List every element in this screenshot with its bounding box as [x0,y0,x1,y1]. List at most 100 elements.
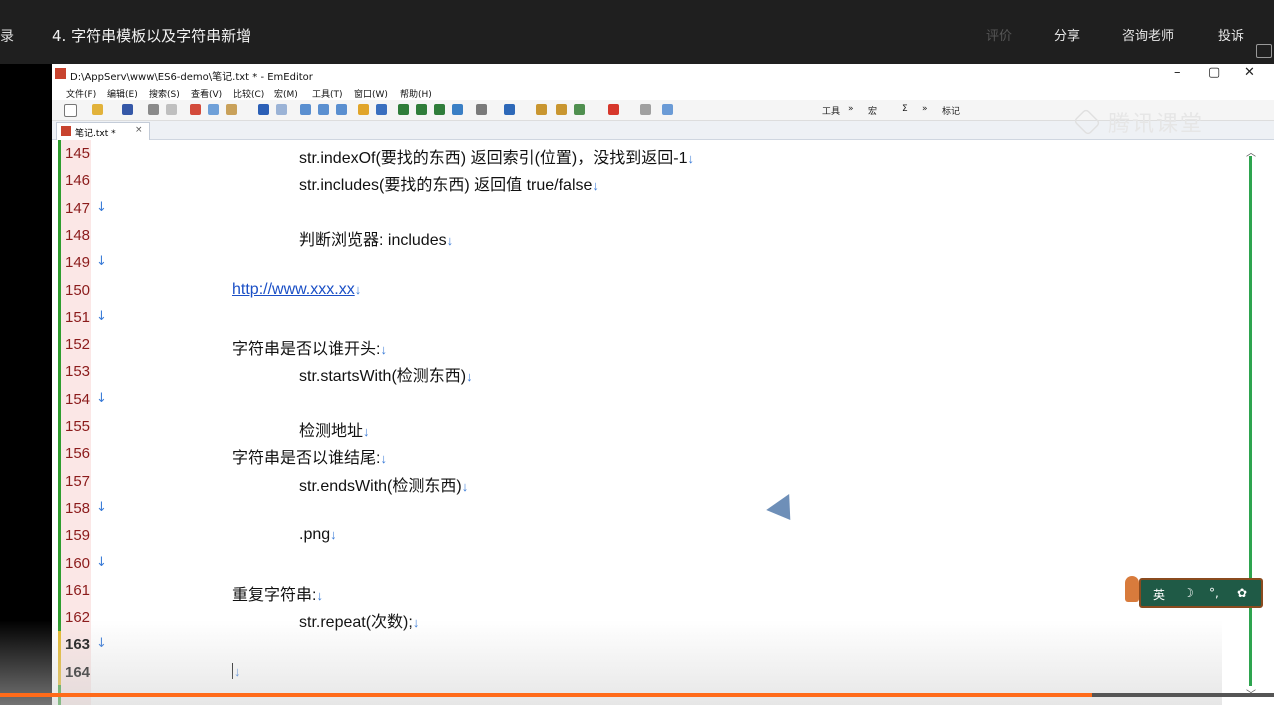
code-line[interactable]: 154 ↓ [52,386,1232,413]
video-progress-bar[interactable] [0,693,1274,697]
rate-button[interactable]: 评价 [986,25,1012,44]
line-number: 152 [65,336,91,354]
code-line-text: str.startsWith(检测东西) [299,368,467,386]
code-line[interactable]: 160 ↓ [52,550,1232,577]
line-number: 148 [65,226,91,244]
macro-run-icon[interactable] [556,104,567,115]
menu-tools[interactable]: 工具(T) [312,87,343,100]
menu-edit[interactable]: 编辑(E) [107,87,138,100]
code-text: str.endsWith(检测东西)↓ [299,472,468,496]
tool-icon[interactable] [662,104,673,115]
sigma-icon[interactable]: Σ [902,104,908,114]
code-line[interactable]: 153 str.startsWith(检测东西)↓ [52,358,1232,385]
code-line[interactable]: 161 重复字符串:↓ [52,577,1232,604]
app-icon [55,68,66,79]
highlight-icon[interactable] [358,104,369,115]
code-line-text: str.endsWith(检测东西) [299,477,462,495]
paste-icon[interactable] [226,104,237,115]
copy-icon[interactable] [208,104,219,115]
redo-icon[interactable] [276,104,287,115]
tv-icon[interactable] [1256,44,1272,58]
find-prev-icon[interactable] [336,104,347,115]
code-text: 判断浏览器: includes↓ [299,226,453,250]
code-line[interactable]: 159 .png↓ [52,522,1232,549]
menu-search[interactable]: 搜索(S) [149,87,180,100]
code-line[interactable]: 147 ↓ [52,195,1232,222]
tab-label: 笔记.txt * [75,129,116,139]
code-line[interactable]: 145 str.indexOf(要找的东西) 返回索引(位置)，没找到返回-1↓ [52,140,1232,167]
code-line[interactable]: 158 ↓ [52,495,1232,522]
menu-view[interactable]: 查看(V) [191,87,222,100]
filter-icon[interactable] [376,104,387,115]
minimize-button[interactable]: – [1174,65,1181,80]
tab-close-icon[interactable]: × [135,125,143,135]
macro-toolbar-label[interactable]: 宏 [868,104,877,117]
moon-icon[interactable]: ☽ [1183,586,1194,600]
report-button[interactable]: 投诉 [1218,25,1244,44]
share-button[interactable]: 分享 [1054,25,1080,44]
code-line[interactable]: 146 str.includes(要找的东西) 返回值 true/false↓ [52,167,1232,194]
code-line[interactable]: 151 ↓ [52,304,1232,331]
menu-compare[interactable]: 比较(C) [233,87,264,100]
code-line[interactable]: 150 http://www.xxx.xx↓ [52,277,1232,304]
code-line-text: 字符串是否以谁开头: [232,341,381,359]
toolbar-overflow[interactable]: » [848,104,854,114]
code-line[interactable]: 148 判断浏览器: includes↓ [52,222,1232,249]
line-number: 147 [65,199,91,217]
split-h-icon[interactable] [416,104,427,115]
code-line[interactable]: 155 检测地址↓ [52,413,1232,440]
file-icon [61,126,71,136]
code-text-link: http://www.xxx.xx↓ [232,281,361,299]
code-line-text: 判断浏览器: includes [299,231,447,249]
code-line[interactable]: 149 ↓ [52,249,1232,276]
play-icon[interactable] [640,104,651,115]
undo-icon[interactable] [258,104,269,115]
ime-panel[interactable]: 英 ☽ °, ✿ [1139,578,1263,608]
menu-file[interactable]: 文件(F) [66,87,96,100]
find-next-icon[interactable] [318,104,329,115]
open-folder-icon[interactable] [92,104,103,115]
punct-icon[interactable]: °, [1209,586,1219,600]
line-break-icon: ↓ [461,478,469,494]
code-line[interactable]: 152 字符串是否以谁开头:↓ [52,331,1232,358]
restore-button[interactable]: ▢ [1208,65,1220,80]
print-icon[interactable] [148,104,159,115]
config-icon[interactable] [574,104,585,115]
encoding-icon[interactable] [504,104,515,115]
line-break-icon: ↓ [96,199,107,215]
vertical-scrollbar[interactable]: ︿ ﹀ [1244,144,1258,701]
consult-teacher-button[interactable]: 咨询老师 [1122,25,1174,44]
emeditor-window: D:\AppServ\www\ES6-demo\笔记.txt * - EmEdi… [52,64,1274,705]
compare-icon[interactable] [452,104,463,115]
bookmark-toolbar-label[interactable]: 标记 [942,104,960,117]
find-icon[interactable] [300,104,311,115]
line-break-icon: ↓ [380,342,387,358]
stop-icon[interactable] [608,104,619,115]
menu-help[interactable]: 帮助(H) [400,87,432,100]
preview-icon[interactable] [166,104,177,115]
ime-toolbar[interactable]: 英 ☽ °, ✿ [1125,574,1265,608]
save-icon[interactable] [122,104,133,115]
new-file-icon[interactable] [64,104,77,117]
code-line[interactable]: 156 字符串是否以谁结尾:↓ [52,440,1232,467]
line-break-icon: ↓ [96,554,107,570]
settings-icon[interactable]: ✿ [1237,586,1247,600]
split-icon[interactable] [398,104,409,115]
menu-macro[interactable]: 宏(M) [274,87,298,100]
code-text: 检测地址↓ [299,417,370,441]
code-text: str.includes(要找的东西) 返回值 true/false↓ [299,171,599,195]
window-titlebar: D:\AppServ\www\ES6-demo\笔记.txt * - EmEdi… [52,64,1274,84]
toolbar-overflow-2[interactable]: » [922,104,928,114]
ime-lang-toggle[interactable]: 英 [1153,586,1165,603]
tools-toolbar-label[interactable]: 工具 [822,104,840,117]
close-button[interactable]: ✕ [1244,65,1255,80]
tab-notes[interactable]: 笔记.txt * × [56,122,150,140]
cut-icon[interactable] [190,104,201,115]
macro-record-icon[interactable] [536,104,547,115]
code-line[interactable]: 157 str.endsWith(检测东西)↓ [52,468,1232,495]
sync-icon[interactable] [434,104,445,115]
document-icon[interactable] [476,104,487,115]
catalog-label[interactable]: 录 [0,26,14,46]
line-number: 156 [65,445,91,463]
menu-window[interactable]: 窗口(W) [354,87,388,100]
